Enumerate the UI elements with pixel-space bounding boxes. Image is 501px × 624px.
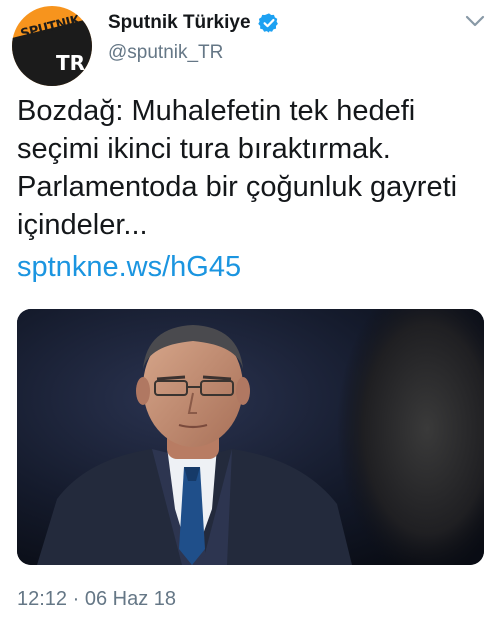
photo-portrait [17,309,484,565]
avatar[interactable]: SPUTNIK TR [12,6,92,86]
timestamp-separator: · [72,588,80,610]
avatar-region-text: TR [56,51,86,75]
tweet-media-photo[interactable] [17,309,484,565]
display-name[interactable]: Sputnik Türkiye [108,12,251,34]
tweet-text-line: Parlamentoda bir çoğunluk gayreti [17,171,458,203]
tweet-text: Bozdağ: Muhalefetin tek hedefi seçimi ik… [17,92,487,244]
tweet-time: 12:12 [17,588,68,610]
tweet-timestamp[interactable]: 12:12 · 06 Haz 18 [17,588,176,611]
tweet-link[interactable]: sptnkne.ws/hG45 [17,248,241,286]
tweet-date: 06 Haz 18 [84,588,177,610]
chevron-down-icon[interactable] [464,12,486,30]
user-handle[interactable]: @sputnik_TR [108,42,223,64]
tweet-text-line: Bozdağ: Muhalefetin tek hedefi [17,95,416,127]
tweet-text-line: seçimi ikinci tura bıraktırmak. [17,133,391,165]
tweet-card: SPUTNIK TR Sputnik Türkiye @sputnik_TR B… [0,0,501,624]
tweet-text-line: içindeler... [17,209,148,241]
verified-badge-icon [258,13,278,33]
